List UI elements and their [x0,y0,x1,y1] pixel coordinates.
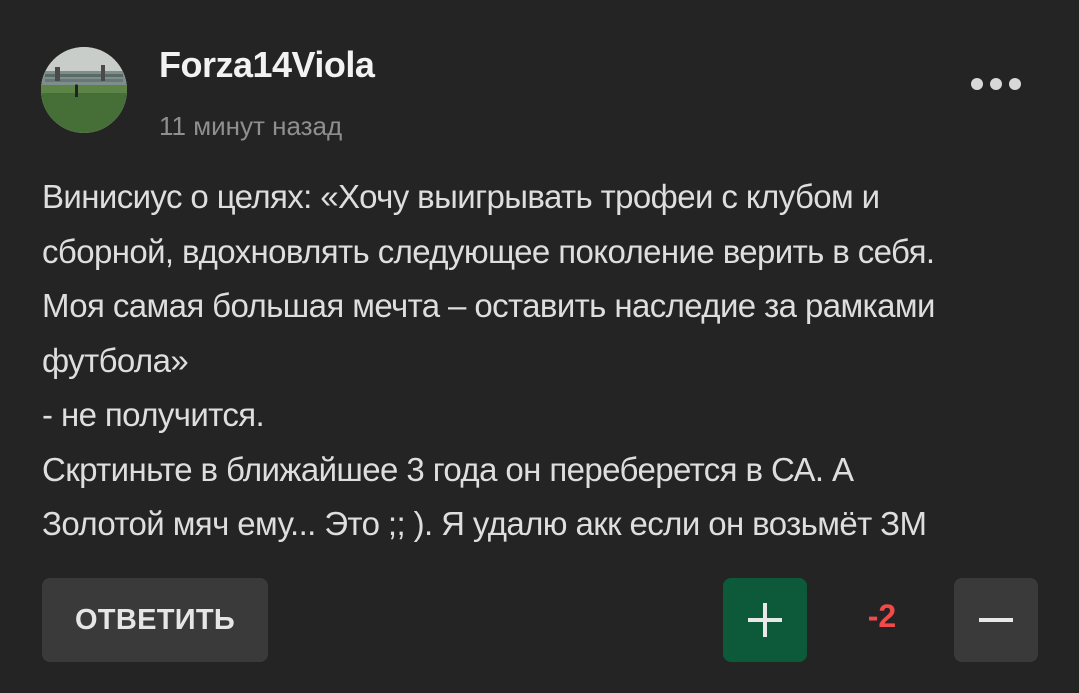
vote-score: -2 [867,598,897,634]
dot [1009,78,1021,90]
comment-line: Моя самая большая мечта – оставить насле… [42,287,935,324]
comment-line: Винисиус о целях: «Хочу выигрывать трофе… [42,178,880,215]
comment-card: Forza14Viola 11 минут назад Винисиус о ц… [0,0,1079,693]
comment-line: сборной, вдохновлять следующее поколение… [42,232,935,270]
username[interactable]: Forza14Viola [159,44,375,86]
comment-line: футбола» [42,341,189,379]
avatar-stadium-icon [41,47,127,133]
comment-line: Скртиньте в ближайшее 3 года он перебере… [42,450,854,488]
dot [971,78,983,90]
avatar[interactable] [41,47,127,133]
more-options-icon[interactable] [966,66,1026,102]
comment-line: Золотой мяч ему... Это ;; ). Я удалю акк… [42,505,927,542]
minus-icon [979,618,1013,622]
comment-line: - не получится. [42,396,265,433]
dot [990,78,1002,90]
downvote-button[interactable] [954,578,1038,662]
upvote-button[interactable] [723,578,807,662]
reply-button[interactable]: ОТВЕТИТЬ [42,578,268,662]
timestamp: 11 минут назад [159,111,343,141]
comment-text: Винисиус о целях: «Хочу выигрывать трофе… [42,170,1052,552]
